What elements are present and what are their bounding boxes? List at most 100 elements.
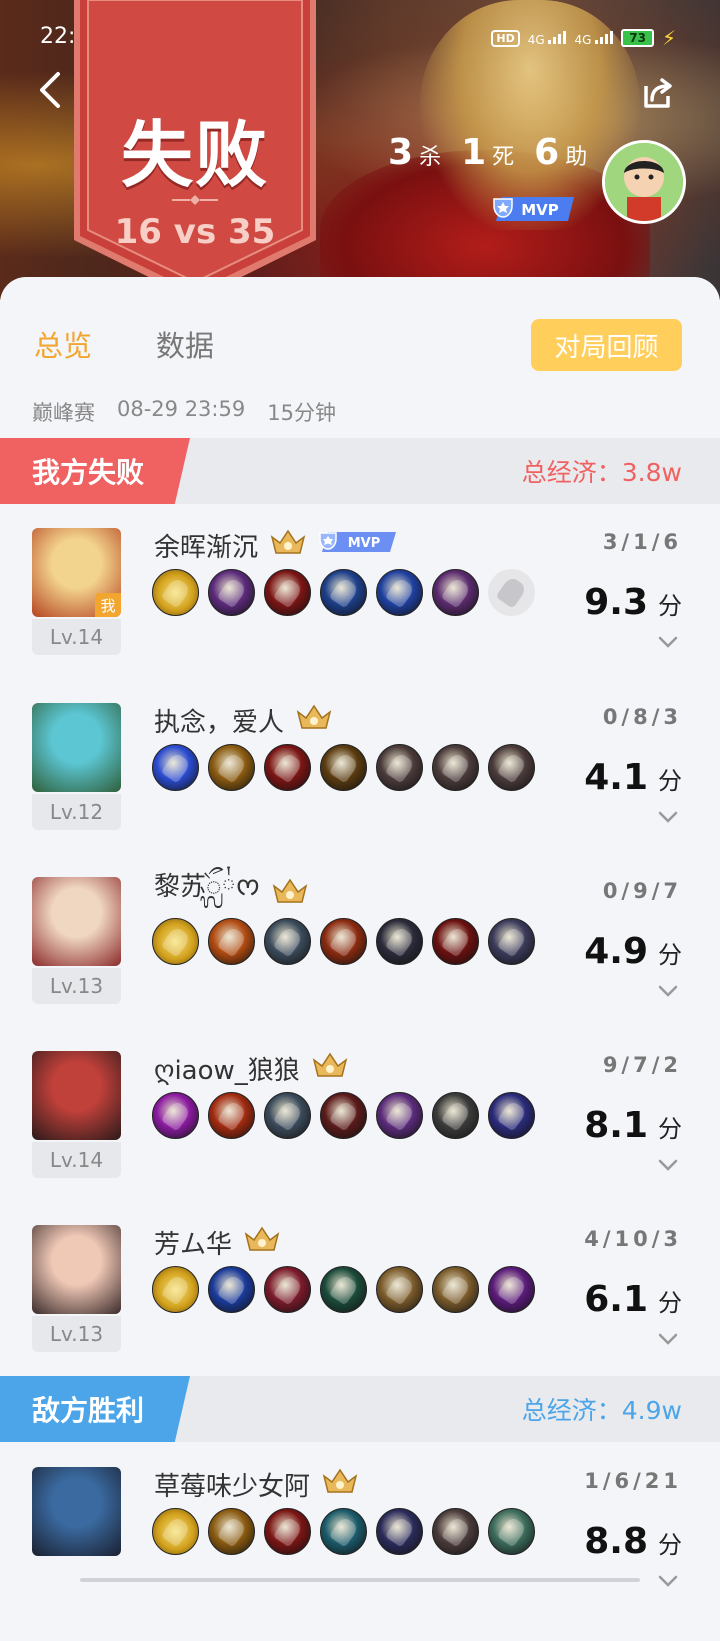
tab-overview[interactable]: 总览 bbox=[34, 323, 92, 365]
item-icon[interactable] bbox=[432, 1092, 479, 1139]
banner-divider bbox=[172, 195, 218, 205]
item-icon[interactable] bbox=[488, 1508, 535, 1555]
item-icon[interactable] bbox=[320, 1266, 367, 1313]
item-icon[interactable] bbox=[320, 569, 367, 616]
expand-chevron-icon[interactable] bbox=[658, 981, 678, 1001]
player-score: 4.9 分 bbox=[584, 931, 682, 972]
player-name: 芳ム华 bbox=[154, 1229, 233, 1260]
hero-avatar[interactable] bbox=[32, 1225, 121, 1314]
item-icon[interactable] bbox=[264, 918, 311, 965]
item-icon[interactable] bbox=[152, 744, 199, 791]
match-mode: 巅峰赛 bbox=[32, 401, 95, 425]
item-icon[interactable] bbox=[320, 918, 367, 965]
player-name: 余晖渐沉 bbox=[154, 532, 259, 563]
mvp-badge-icon: MVP bbox=[318, 530, 398, 561]
player-row[interactable]: Lv.13 黎苏ᬼ྇ᰔ 0/9/7 4.9 分 bbox=[0, 872, 720, 1051]
item-icon[interactable] bbox=[432, 1508, 479, 1555]
item-icon[interactable] bbox=[376, 744, 423, 791]
hd-icon: HD bbox=[491, 29, 520, 47]
item-icon[interactable] bbox=[264, 1508, 311, 1555]
summoner-spell-icon[interactable] bbox=[152, 918, 199, 965]
item-icon[interactable] bbox=[208, 1092, 255, 1139]
player-row[interactable]: 我 Lv.14 余晖渐沉 MVP 3/1/6 9.3 分 bbox=[0, 528, 720, 702]
signal-icon: 4G bbox=[528, 30, 567, 47]
player-kda: 1/6/21 bbox=[584, 1469, 682, 1493]
charging-icon: ⚡ bbox=[661, 26, 676, 50]
mvp-badge: MVP bbox=[492, 196, 578, 226]
item-icon[interactable] bbox=[432, 569, 479, 616]
item-icon[interactable] bbox=[376, 918, 423, 965]
user-avatar[interactable] bbox=[602, 140, 686, 224]
item-icon[interactable] bbox=[488, 1092, 535, 1139]
item-icon[interactable] bbox=[376, 569, 423, 616]
player-name: ღiaow_狼狼 bbox=[154, 1055, 300, 1086]
player-name-line: 芳ム华 bbox=[154, 1225, 280, 1260]
player-row[interactable]: 草莓味少女阿 1/6/21 8.8 分 bbox=[0, 1467, 720, 1641]
our-team-bar: 我方失败 总经济：3.8w bbox=[0, 438, 720, 504]
item-icon[interactable] bbox=[488, 1266, 535, 1313]
match-duration: 15分钟 bbox=[267, 401, 336, 425]
hero-avatar[interactable] bbox=[32, 1051, 121, 1140]
item-icon[interactable] bbox=[320, 1092, 367, 1139]
player-score: 6.1 分 bbox=[584, 1279, 682, 1320]
item-list bbox=[152, 1508, 535, 1555]
player-name: 执念，爱人 bbox=[154, 707, 285, 738]
item-icon[interactable] bbox=[320, 1508, 367, 1555]
item-icon[interactable] bbox=[376, 1508, 423, 1555]
player-row[interactable]: Lv.13 芳ム华 4/10/3 6.1 分 bbox=[0, 1225, 720, 1399]
expand-chevron-icon[interactable] bbox=[658, 1329, 678, 1349]
item-icon[interactable] bbox=[488, 918, 535, 965]
item-icon[interactable] bbox=[488, 744, 535, 791]
item-list bbox=[152, 744, 535, 791]
item-icon[interactable] bbox=[432, 918, 479, 965]
svg-text:MVP: MVP bbox=[521, 201, 559, 219]
our-team-economy: 总经济：3.8w bbox=[521, 458, 682, 487]
player-level: Lv.12 bbox=[32, 794, 121, 830]
player-score: 9.3 分 bbox=[584, 582, 682, 623]
match-datetime: 08-29 23:59 bbox=[117, 397, 246, 421]
expand-chevron-icon[interactable] bbox=[658, 1571, 678, 1591]
hero-avatar[interactable]: 我 bbox=[32, 528, 121, 617]
item-icon[interactable] bbox=[264, 1266, 311, 1313]
item-icon[interactable] bbox=[264, 569, 311, 616]
player-kda: 3/1/6 bbox=[602, 530, 682, 554]
item-icon[interactable] bbox=[208, 1508, 255, 1555]
expand-chevron-icon[interactable] bbox=[658, 807, 678, 827]
item-icon[interactable] bbox=[432, 744, 479, 791]
hero-avatar[interactable] bbox=[32, 877, 121, 966]
item-icon[interactable] bbox=[208, 744, 255, 791]
expand-chevron-icon[interactable] bbox=[658, 632, 678, 652]
hero-avatar[interactable] bbox=[32, 1467, 121, 1556]
item-icon[interactable] bbox=[264, 1092, 311, 1139]
item-icon[interactable] bbox=[432, 1266, 479, 1313]
my-kda: 3杀 1死 6助 bbox=[388, 132, 588, 173]
player-row[interactable]: Lv.14 ღiaow_狼狼 9/7/2 8.1 分 bbox=[0, 1051, 720, 1225]
tab-data[interactable]: 数据 bbox=[156, 323, 214, 365]
summoner-spell-icon[interactable] bbox=[152, 1266, 199, 1313]
player-row[interactable]: Lv.12 执念，爱人 0/8/3 4.1 分 bbox=[0, 703, 720, 877]
item-icon[interactable] bbox=[376, 1092, 423, 1139]
item-icon[interactable] bbox=[152, 1092, 199, 1139]
back-icon[interactable] bbox=[36, 70, 64, 120]
me-tag: 我 bbox=[95, 593, 121, 617]
svg-text:MVP: MVP bbox=[348, 536, 381, 551]
item-icon[interactable] bbox=[208, 569, 255, 616]
result-banner: 失败 16 vs 35 bbox=[74, 0, 316, 300]
expand-chevron-icon[interactable] bbox=[658, 1155, 678, 1175]
item-icon[interactable] bbox=[376, 1266, 423, 1313]
summoner-spell-icon[interactable] bbox=[152, 1508, 199, 1555]
item-icon[interactable] bbox=[208, 918, 255, 965]
item-icon[interactable] bbox=[320, 744, 367, 791]
signal-icon-2: 4G bbox=[574, 30, 614, 47]
item-list bbox=[152, 1092, 535, 1139]
item-icon[interactable] bbox=[264, 744, 311, 791]
summoner-spell-icon[interactable] bbox=[152, 569, 199, 616]
player-kda: 0/9/7 bbox=[602, 879, 682, 903]
player-level: Lv.13 bbox=[32, 968, 121, 1004]
hero-avatar[interactable] bbox=[32, 703, 121, 792]
player-level: Lv.13 bbox=[32, 1316, 121, 1352]
player-name-line: 草莓味少女阿 bbox=[154, 1467, 358, 1502]
item-icon[interactable] bbox=[208, 1266, 255, 1313]
share-icon[interactable] bbox=[640, 76, 674, 110]
match-review-button[interactable]: 对局回顾 bbox=[531, 319, 682, 371]
